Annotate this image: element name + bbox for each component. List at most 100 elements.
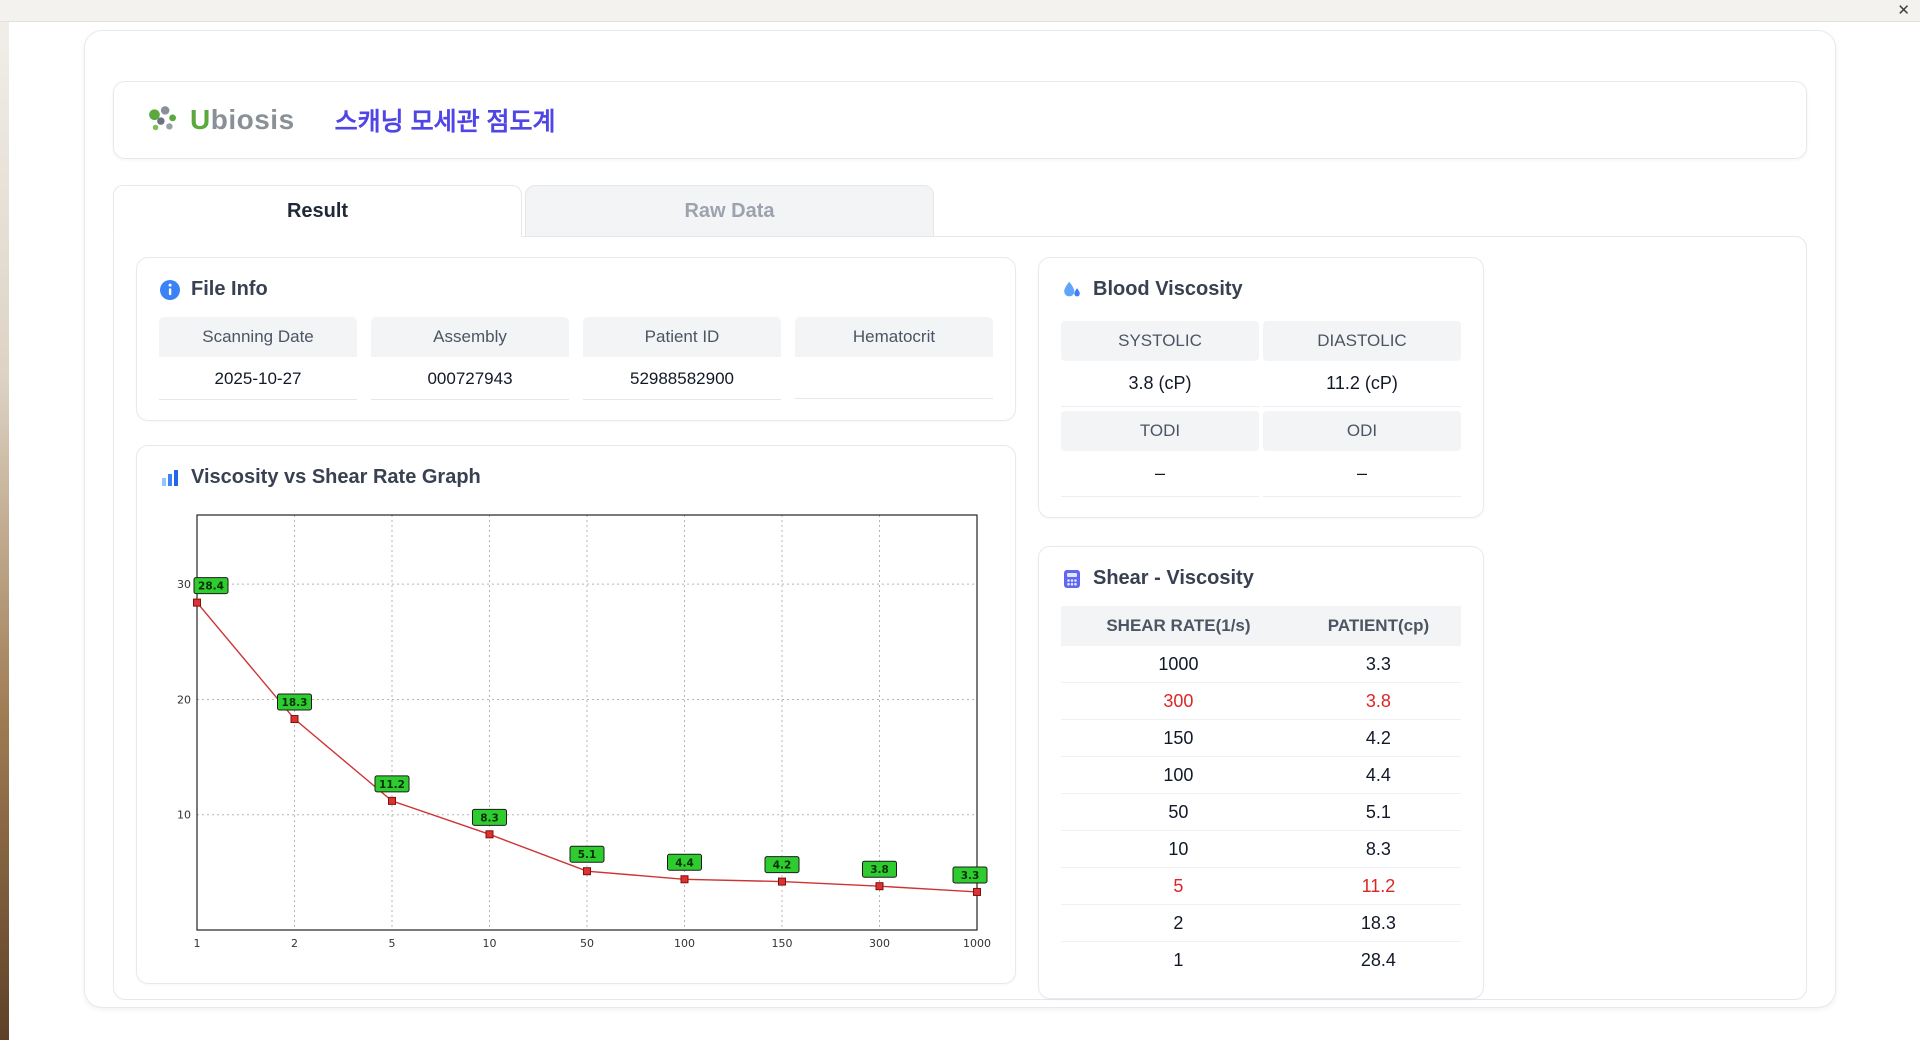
column-header-patient: PATIENT(cp) bbox=[1296, 606, 1461, 646]
field-value: 000727943 bbox=[371, 357, 569, 400]
result-panel: File Info Scanning Date 2025-10-27 Assem… bbox=[113, 236, 1807, 1000]
viscosity-graph-card: Viscosity vs Shear Rate Graph 1 2 5 10 50 100… bbox=[136, 445, 1016, 984]
bar-chart-icon bbox=[159, 467, 181, 489]
table-row: 1004.4 bbox=[1061, 757, 1461, 794]
svg-text:30: 30 bbox=[177, 578, 191, 591]
shear-viscosity-table: SHEAR RATE(1/s) PATIENT(cp) 10003.33003.… bbox=[1061, 606, 1461, 978]
svg-text:2: 2 bbox=[291, 937, 298, 950]
bv-value-diastolic: 11.2 (cP) bbox=[1263, 361, 1461, 407]
svg-text:4.2: 4.2 bbox=[773, 860, 792, 872]
cell-patient-viscosity: 28.4 bbox=[1296, 942, 1461, 979]
svg-text:50: 50 bbox=[580, 937, 594, 950]
app-title: 스캐닝 모세관 점도계 bbox=[335, 102, 556, 138]
svg-text:100: 100 bbox=[674, 937, 695, 950]
bv-label-odi: ODI bbox=[1263, 411, 1461, 451]
card-title-text: Blood Viscosity bbox=[1093, 278, 1243, 301]
cell-shear-rate: 300 bbox=[1061, 683, 1296, 720]
svg-text:1: 1 bbox=[194, 937, 201, 950]
table-row: 505.1 bbox=[1061, 794, 1461, 831]
svg-text:10: 10 bbox=[483, 937, 497, 950]
svg-text:5: 5 bbox=[389, 937, 396, 950]
close-icon[interactable]: ✕ bbox=[1897, 2, 1910, 19]
card-title-text: Viscosity vs Shear Rate Graph bbox=[191, 466, 481, 489]
field-label: Assembly bbox=[371, 317, 569, 357]
cell-shear-rate: 1 bbox=[1061, 942, 1296, 979]
window-titlebar: ✕ bbox=[0, 0, 1920, 22]
cell-patient-viscosity: 8.3 bbox=[1296, 831, 1461, 868]
cell-shear-rate: 50 bbox=[1061, 794, 1296, 831]
file-info-field-scanning-date: Scanning Date 2025-10-27 bbox=[159, 317, 357, 400]
file-info-card: File Info Scanning Date 2025-10-27 Assem… bbox=[136, 257, 1016, 421]
svg-text:5.1: 5.1 bbox=[578, 849, 597, 861]
svg-text:18.3: 18.3 bbox=[282, 697, 308, 709]
table-row: 128.4 bbox=[1061, 942, 1461, 979]
blood-viscosity-title: Blood Viscosity bbox=[1061, 278, 1461, 301]
left-column: File Info Scanning Date 2025-10-27 Assem… bbox=[136, 257, 1016, 979]
table-row: 218.3 bbox=[1061, 905, 1461, 942]
bv-label-systolic: SYSTOLIC bbox=[1061, 321, 1259, 361]
svg-text:20: 20 bbox=[177, 693, 191, 706]
cell-patient-viscosity: 18.3 bbox=[1296, 905, 1461, 942]
cell-patient-viscosity: 5.1 bbox=[1296, 794, 1461, 831]
ubiosis-logo-icon bbox=[144, 104, 182, 136]
table-row: 1504.2 bbox=[1061, 720, 1461, 757]
blood-viscosity-grid: SYSTOLIC DIASTOLIC 3.8 (cP) 11.2 (cP) TO… bbox=[1061, 317, 1461, 497]
tab-result[interactable]: Result bbox=[113, 185, 522, 237]
column-header-shear-rate: SHEAR RATE(1/s) bbox=[1061, 606, 1296, 646]
card-title-text: File Info bbox=[191, 278, 268, 301]
graph-title: Viscosity vs Shear Rate Graph bbox=[159, 466, 993, 489]
bv-value-systolic: 3.8 (cP) bbox=[1061, 361, 1259, 407]
field-value: 2025-10-27 bbox=[159, 357, 357, 400]
svg-text:1000: 1000 bbox=[963, 937, 991, 950]
field-label: Hematocrit bbox=[795, 317, 993, 357]
bv-value-odi: – bbox=[1263, 451, 1461, 497]
bv-value-todi: – bbox=[1061, 451, 1259, 497]
bv-label-diastolic: DIASTOLIC bbox=[1263, 321, 1461, 361]
viscosity-chart-svg: 1251050100150300100010203028.418.311.28.… bbox=[159, 505, 993, 958]
app-header: Ubiosis 스캐닝 모세관 점도계 bbox=[113, 81, 1807, 159]
table-header-row: SHEAR RATE(1/s) PATIENT(cp) bbox=[1061, 606, 1461, 646]
cell-shear-rate: 10 bbox=[1061, 831, 1296, 868]
svg-text:28.4: 28.4 bbox=[198, 581, 224, 593]
right-column: Blood Viscosity SYSTOLIC DIASTOLIC 3.8 (… bbox=[1038, 257, 1484, 979]
shear-viscosity-rows: 10003.33003.81504.21004.4505.1108.3511.2… bbox=[1061, 646, 1461, 978]
table-row: 511.2 bbox=[1061, 868, 1461, 905]
cell-patient-viscosity: 4.4 bbox=[1296, 757, 1461, 794]
svg-text:150: 150 bbox=[772, 937, 793, 950]
file-info-field-hematocrit: Hematocrit bbox=[795, 317, 993, 400]
file-info-title: File Info bbox=[159, 278, 993, 301]
svg-text:8.3: 8.3 bbox=[480, 812, 499, 824]
cell-shear-rate: 2 bbox=[1061, 905, 1296, 942]
table-row: 10003.3 bbox=[1061, 646, 1461, 683]
file-info-field-assembly: Assembly 000727943 bbox=[371, 317, 569, 400]
file-info-field-patient-id: Patient ID 52988582900 bbox=[583, 317, 781, 400]
svg-text:3.3: 3.3 bbox=[961, 870, 980, 882]
app-window: Ubiosis 스캐닝 모세관 점도계 Result Raw Data File… bbox=[84, 30, 1836, 1008]
calculator-icon bbox=[1061, 568, 1083, 590]
cell-shear-rate: 150 bbox=[1061, 720, 1296, 757]
cell-patient-viscosity: 11.2 bbox=[1296, 868, 1461, 905]
svg-text:300: 300 bbox=[869, 937, 890, 950]
desktop-edge-strip bbox=[0, 22, 9, 1040]
cell-shear-rate: 5 bbox=[1061, 868, 1296, 905]
tab-raw-data[interactable]: Raw Data bbox=[525, 185, 934, 237]
svg-text:4.4: 4.4 bbox=[675, 857, 694, 869]
tab-bar: Result Raw Data bbox=[113, 185, 1807, 237]
viscosity-chart: 1251050100150300100010203028.418.311.28.… bbox=[159, 505, 993, 963]
table-row: 3003.8 bbox=[1061, 683, 1461, 720]
cell-patient-viscosity: 4.2 bbox=[1296, 720, 1461, 757]
field-value bbox=[795, 357, 993, 399]
field-label: Scanning Date bbox=[159, 317, 357, 357]
info-icon bbox=[159, 279, 181, 301]
shear-viscosity-card: Shear - Viscosity SHEAR RATE(1/s) PATIEN… bbox=[1038, 546, 1484, 999]
droplet-icon bbox=[1061, 279, 1083, 301]
field-label: Patient ID bbox=[583, 317, 781, 357]
field-value: 52988582900 bbox=[583, 357, 781, 400]
cell-patient-viscosity: 3.8 bbox=[1296, 683, 1461, 720]
blood-viscosity-card: Blood Viscosity SYSTOLIC DIASTOLIC 3.8 (… bbox=[1038, 257, 1484, 518]
cell-patient-viscosity: 3.3 bbox=[1296, 646, 1461, 683]
table-row: 108.3 bbox=[1061, 831, 1461, 868]
cell-shear-rate: 1000 bbox=[1061, 646, 1296, 683]
card-title-text: Shear - Viscosity bbox=[1093, 567, 1254, 590]
brand-logo: Ubiosis bbox=[144, 104, 295, 136]
